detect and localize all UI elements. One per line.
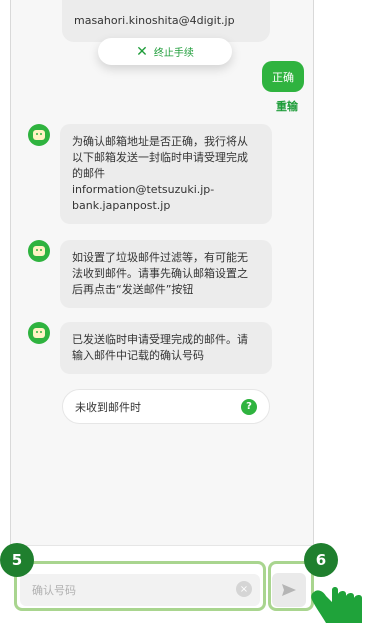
user-message-bubble: 正确 [262, 61, 304, 92]
bot-avatar-icon [28, 240, 50, 262]
bot-message-row: 已发送临时申请受理完成的邮件。请 输入邮件中记载的确认号码 [28, 322, 272, 374]
bot-message-row: 为确认邮箱地址是否正确，我行将从 以下邮箱发送一封临时申请受理完成 的邮件 in… [28, 124, 272, 224]
stop-procedure-label: 终止手续 [153, 48, 194, 59]
bot-avatar-icon [28, 322, 50, 344]
user-message-text: 正确 [272, 70, 294, 84]
bot-message-line: 的邮件 [72, 167, 105, 180]
bot-message-line: 如设置了垃圾邮件过滤等，有可能无 [72, 251, 248, 264]
bot-message-line: 输入邮件中记载的确认号码 [72, 349, 204, 362]
bot-message-line: 为确认邮箱地址是否正确，我行将从 [72, 135, 248, 148]
chat-panel [10, 0, 314, 623]
email-bubble: masahori.kinoshita@4digit.jp [62, 0, 270, 42]
bot-message-line: information@tetsuzuki.jp- [72, 183, 215, 196]
stop-procedure-button[interactable]: ✕ 终止手续 [98, 38, 232, 65]
clear-icon[interactable]: × [236, 581, 252, 597]
pointing-hand-icon [311, 587, 362, 623]
not-received-button[interactable]: 未收到邮件时 ? [62, 389, 270, 424]
email-text: masahori.kinoshita@4digit.jp [74, 14, 235, 27]
bot-message-bubble: 已发送临时申请受理完成的邮件。请 输入邮件中记载的确认号码 [60, 322, 272, 374]
bot-message-line: 已发送临时申请受理完成的邮件。请 [72, 333, 248, 346]
app-screen: masahori.kinoshita@4digit.jp ✕ 终止手续 正确 重… [0, 0, 374, 623]
help-icon: ? [241, 398, 257, 415]
bot-message-line: 以下邮箱发送一封临时申请受理完成 [72, 151, 248, 164]
bot-message-row: 如设置了垃圾邮件过滤等，有可能无 法收到邮件。请事先确认邮箱设置之 后再点击“发… [28, 240, 272, 308]
send-button[interactable] [272, 573, 306, 607]
bot-message-line: 后再点击“发送邮件”按钮 [72, 283, 194, 296]
bot-message-bubble: 如设置了垃圾邮件过滤等，有可能无 法收到邮件。请事先确认邮箱设置之 后再点击“发… [60, 240, 272, 308]
close-icon: ✕ [136, 43, 148, 60]
not-received-label: 未收到邮件时 [75, 400, 141, 414]
bot-message-line: 法收到邮件。请事先确认邮箱设置之 [72, 267, 248, 280]
bot-avatar-icon [28, 124, 50, 146]
bot-message-bubble: 为确认邮箱地址是否正确，我行将从 以下邮箱发送一封临时申请受理完成 的邮件 in… [60, 124, 272, 224]
bot-message-line: bank.japanpost.jp [72, 199, 171, 212]
step-badge-6: 6 [304, 543, 338, 577]
step-badge-5: 5 [0, 543, 34, 577]
resend-link[interactable]: 重输 [276, 98, 298, 114]
confirmation-code-input[interactable] [20, 574, 260, 606]
send-icon [282, 584, 296, 596]
